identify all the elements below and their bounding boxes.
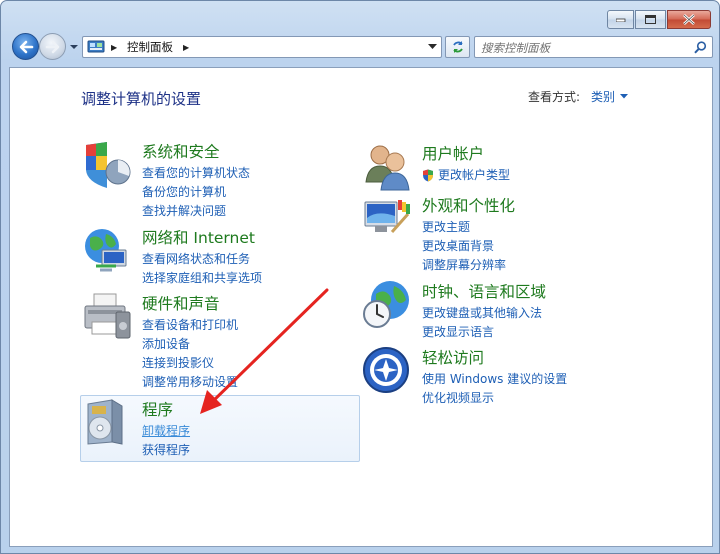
link-backup-computer[interactable]: 备份您的计算机 — [142, 183, 250, 202]
close-button[interactable] — [667, 10, 711, 29]
arrow-right-icon — [45, 40, 60, 54]
maximize-button[interactable] — [635, 10, 666, 29]
address-dropdown-icon[interactable] — [428, 44, 437, 50]
programs-box-icon — [87, 399, 123, 445]
minimize-button[interactable] — [607, 10, 634, 29]
users-icon — [365, 145, 410, 191]
link-uninstall-program[interactable]: 卸载程序 — [142, 422, 190, 441]
viewby-dropdown[interactable]: 类别 — [591, 88, 615, 105]
history-dropdown-icon[interactable] — [69, 43, 79, 51]
link-change-account-type-label: 更改帐户类型 — [438, 168, 511, 182]
link-optimize-display[interactable]: 优化视频显示 — [422, 389, 567, 408]
ease-of-access-icon — [363, 347, 409, 393]
category-title-clock[interactable]: 时钟、语言和区域 — [422, 280, 546, 302]
link-screen-resolution[interactable]: 调整屏幕分辨率 — [422, 256, 506, 275]
breadcrumb-separator-end[interactable]: ▶ — [183, 43, 189, 52]
link-change-background[interactable]: 更改桌面背景 — [422, 237, 506, 256]
caption-buttons — [606, 10, 711, 29]
link-view-computer-status[interactable]: 查看您的计算机状态 — [142, 164, 250, 183]
back-button[interactable] — [12, 33, 39, 60]
link-change-theme[interactable]: 更改主题 — [422, 218, 506, 237]
link-change-display-language[interactable]: 更改显示语言 — [422, 323, 542, 342]
appearance-monitor-icon — [364, 200, 410, 233]
search-box — [474, 36, 713, 58]
control-panel-icon — [87, 40, 105, 53]
uac-shield-icon — [423, 169, 433, 182]
viewby-label: 查看方式: — [528, 90, 581, 104]
link-devices-printers[interactable]: 查看设备和打印机 — [142, 316, 238, 335]
security-shield-icon — [86, 142, 131, 188]
link-troubleshoot[interactable]: 查找并解决问题 — [142, 202, 250, 221]
link-change-input-method[interactable]: 更改键盘或其他输入法 — [422, 304, 542, 323]
refresh-button[interactable] — [445, 36, 470, 58]
link-recommended-settings[interactable]: 使用 Windows 建议的设置 — [422, 370, 567, 389]
control-panel-window: ▶ 控制面板 ▶ 调整计算机的设置 查看方式: 类别 — [0, 0, 720, 554]
category-title-hardware[interactable]: 硬件和声音 — [142, 292, 220, 314]
address-bar[interactable]: ▶ 控制面板 ▶ — [82, 36, 442, 58]
refresh-icon — [452, 41, 463, 53]
category-title-appearance[interactable]: 外观和个性化 — [422, 194, 515, 216]
printer-icon — [84, 293, 131, 339]
viewby-dropdown-icon[interactable] — [620, 94, 628, 99]
minimize-icon — [615, 18, 625, 22]
navigation-toolbar: ▶ 控制面板 ▶ — [9, 33, 713, 61]
category-title-ease[interactable]: 轻松访问 — [422, 346, 484, 368]
breadcrumb-separator[interactable]: ▶ — [111, 43, 119, 52]
forward-button[interactable] — [39, 33, 66, 60]
maximize-icon — [645, 15, 656, 24]
link-get-programs[interactable]: 获得程序 — [142, 441, 190, 460]
clock-globe-icon — [363, 281, 409, 328]
network-globe-icon — [85, 229, 127, 272]
link-homegroup-sharing[interactable]: 选择家庭组和共享选项 — [142, 269, 262, 288]
breadcrumb-control-panel[interactable]: 控制面板 — [127, 39, 173, 55]
link-connect-projector[interactable]: 连接到投影仪 — [142, 354, 238, 373]
content-area: 调整计算机的设置 查看方式: 类别 系统和安全 查看您的计算机状态 备份您的计算… — [9, 67, 713, 547]
category-title-system[interactable]: 系统和安全 — [142, 140, 220, 162]
category-title-programs[interactable]: 程序 — [142, 398, 173, 420]
arrow-left-icon — [19, 40, 34, 54]
link-mobility-settings[interactable]: 调整常用移动设置 — [142, 373, 238, 392]
search-icon[interactable] — [694, 41, 707, 54]
link-change-account-type[interactable]: 更改帐户类型 — [422, 166, 510, 185]
close-icon — [683, 14, 695, 25]
link-network-status[interactable]: 查看网络状态和任务 — [142, 250, 262, 269]
category-title-users[interactable]: 用户帐户 — [422, 142, 484, 164]
page-title: 调整计算机的设置 — [81, 90, 202, 108]
link-add-device[interactable]: 添加设备 — [142, 335, 238, 354]
search-input[interactable] — [475, 38, 675, 58]
category-title-network[interactable]: 网络和 Internet — [142, 226, 255, 248]
